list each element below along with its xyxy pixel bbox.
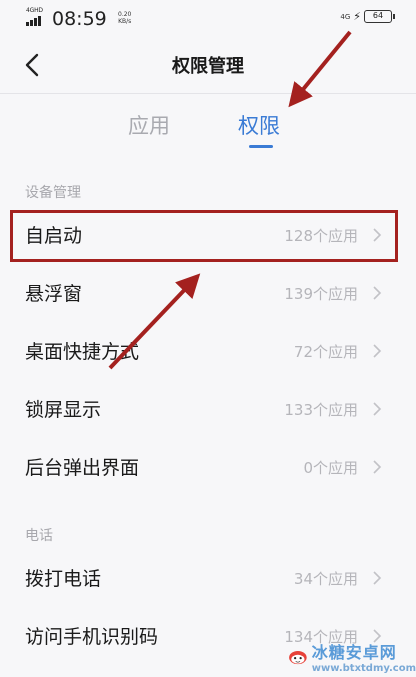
page-title: 权限管理 (172, 56, 244, 77)
chevron-right-icon (373, 344, 382, 358)
watermark-logo-icon (289, 650, 307, 664)
watermark-url: www.btxtdmy.com (311, 663, 416, 674)
tab-apps[interactable]: 应用 (128, 110, 170, 140)
list-item-background-popup[interactable]: 后台弹出界面 0个应用 (0, 439, 416, 497)
list-item-label: 后台弹出界面 (25, 457, 140, 479)
watermark: 冰糖安卓网 www.btxtdmy.com (288, 636, 416, 677)
list-item-floating-window[interactable]: 悬浮窗 139个应用 (0, 265, 416, 323)
section-title-phone: 电话 (25, 528, 53, 544)
status-right: 4G ⚡ 64 (340, 10, 395, 23)
list-item-desktop-shortcut[interactable]: 桌面快捷方式 72个应用 (0, 323, 416, 381)
network-speed: 0.20 KB/s (118, 11, 132, 25)
list-item-count: 72个应用 (293, 343, 358, 361)
section-title-device-management: 设备管理 (25, 185, 81, 201)
chevron-right-icon (373, 571, 382, 585)
active-tab-indicator (249, 145, 273, 148)
chevron-right-icon (373, 402, 382, 416)
permission-management-screen: 4GHD 08:59 0.20 KB/s 4G ⚡ 64 权限管理 应用 权限 … (0, 0, 416, 677)
status-bar: 4GHD 08:59 0.20 KB/s 4G ⚡ 64 (0, 0, 416, 36)
chevron-right-icon (373, 286, 382, 300)
signal-icon (26, 12, 46, 26)
list-item-label: 悬浮窗 (25, 283, 83, 305)
list-item-label: 拨打电话 (25, 568, 102, 590)
list-item-count: 139个应用 (284, 285, 358, 303)
chevron-right-icon (373, 460, 382, 474)
tab-permissions[interactable]: 权限 (238, 110, 280, 140)
lte-indicator: 4G (340, 12, 351, 21)
list-item-lockscreen-display[interactable]: 锁屏显示 133个应用 (0, 381, 416, 439)
list-item-label: 访问手机识别码 (25, 626, 159, 648)
list-item-make-calls[interactable]: 拨打电话 34个应用 (0, 550, 416, 608)
battery-icon: 64 (364, 10, 395, 23)
watermark-name: 冰糖安卓网 (311, 643, 397, 662)
list-item-count: 34个应用 (293, 570, 358, 588)
charging-icon: ⚡ (353, 10, 361, 23)
list-item-label: 锁屏显示 (25, 399, 102, 421)
annotation-highlight-box (10, 210, 398, 262)
list-item-count: 0个应用 (303, 459, 358, 477)
clock: 08:59 (52, 8, 107, 30)
list-item-count: 133个应用 (284, 401, 358, 419)
tab-bar: 应用 权限 (0, 96, 416, 160)
header: 权限管理 (0, 36, 416, 94)
list-item-label: 桌面快捷方式 (25, 341, 140, 363)
